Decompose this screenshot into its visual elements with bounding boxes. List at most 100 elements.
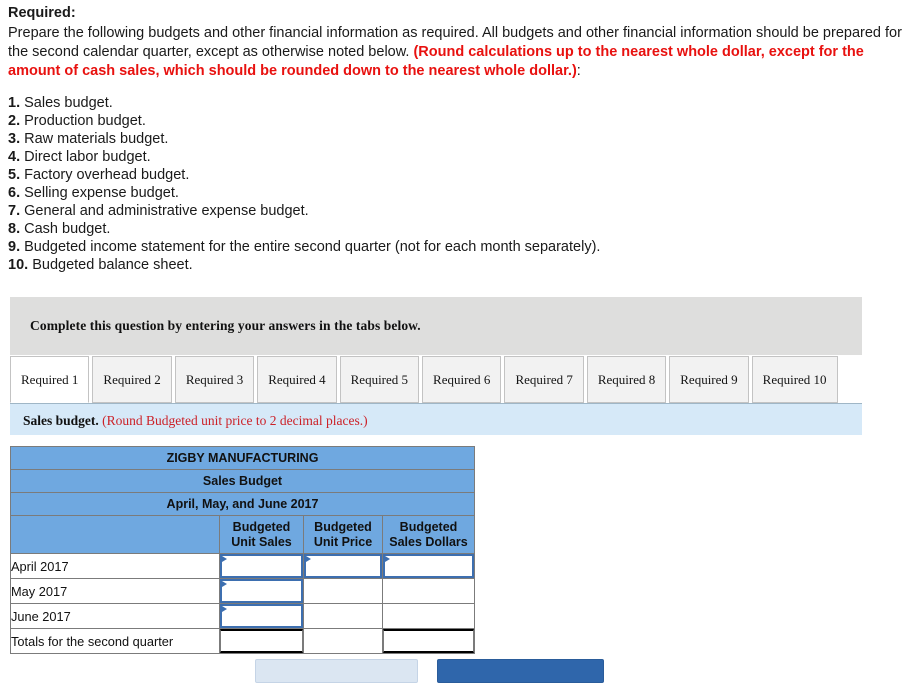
next-required-button[interactable]: [437, 659, 604, 683]
cell-marker-icon: [222, 556, 227, 562]
input-value: [220, 554, 303, 578]
sales-budget-table: ZIGBY MANUFACTURING Sales Budget April, …: [10, 446, 475, 654]
sub-instruction-title: Sales budget.: [23, 413, 99, 428]
list-item-number: 9.: [8, 238, 21, 255]
input-april-sales-dollars[interactable]: [382, 553, 475, 579]
column-header-line2: Unit Sales: [231, 534, 292, 549]
list-item-number: 1.: [8, 94, 21, 111]
requirement-section: Required: Prepare the following budgets …: [0, 0, 916, 82]
list-item-label: Budgeted income statement for the entire…: [24, 238, 601, 255]
list-item-number: 7.: [8, 202, 21, 219]
cell-marker-icon: [385, 556, 390, 562]
input-value: [304, 579, 382, 603]
list-item-number: 5.: [8, 166, 21, 183]
tab-required-7[interactable]: Required 7: [504, 356, 584, 403]
column-header-line1: Budgeted: [314, 519, 372, 534]
input-may-unit-sales[interactable]: [219, 578, 304, 604]
input-value: [304, 554, 382, 578]
tab-required-5[interactable]: Required 5: [339, 356, 420, 403]
sub-instruction-bar: Sales budget. (Round Budgeted unit price…: [10, 403, 862, 435]
tab-required-9[interactable]: Required 9: [669, 356, 749, 403]
input-value: [304, 604, 382, 628]
input-value: [304, 629, 382, 653]
column-header-budgeted-unit-sales: Budgeted Unit Sales: [219, 515, 304, 554]
tab-required-6[interactable]: Required 6: [422, 356, 502, 403]
input-june-unit-sales[interactable]: [219, 603, 304, 629]
list-item-label: Production budget.: [24, 112, 146, 129]
list-item-number: 6.: [8, 184, 21, 201]
input-totals-unit-price[interactable]: [303, 628, 383, 654]
table-row: May 2017: [10, 578, 475, 604]
input-value: [383, 579, 474, 603]
period-cell: April, May, and June 2017: [10, 492, 475, 516]
list-item: 6. Selling expense budget.: [8, 184, 908, 202]
list-item-number: 4.: [8, 148, 21, 165]
tab-required-2[interactable]: Required 2: [92, 356, 172, 403]
tab-required-4[interactable]: Required 4: [257, 356, 337, 403]
column-header-line1: Budgeted: [399, 519, 458, 534]
cell-marker-icon: [306, 556, 311, 562]
requirement-paragraph: Prepare the following budgets and other …: [8, 24, 908, 81]
table-statement-row: Sales Budget: [10, 469, 475, 493]
tab-label: Required 6: [433, 371, 491, 387]
list-item-label: Sales budget.: [24, 94, 113, 111]
requirement-heading: Required:: [8, 5, 76, 21]
column-header-line2: Unit Price: [313, 534, 373, 549]
table-row: April 2017: [10, 553, 475, 579]
tab-label: Required 8: [597, 371, 656, 387]
cell-marker-icon: [222, 581, 227, 587]
input-june-unit-price[interactable]: [303, 603, 383, 629]
requirement-list: 1. Sales budget. 2. Production budget. 3…: [0, 94, 916, 274]
input-april-unit-sales[interactable]: [219, 553, 304, 579]
tab-label: Required 1: [21, 371, 79, 387]
list-item-number: 2.: [8, 112, 21, 129]
previous-required-button[interactable]: [255, 659, 418, 683]
table-column-header-row: Budgeted Unit Sales Budgeted Unit Price …: [10, 515, 475, 554]
row-label-april: April 2017: [10, 553, 220, 579]
input-april-unit-price[interactable]: [303, 553, 383, 579]
company-name-cell: ZIGBY MANUFACTURING: [10, 446, 475, 470]
list-item: 4. Direct labor budget.: [8, 148, 908, 166]
column-header-line1: Budgeted: [232, 519, 291, 534]
list-item-number: 8.: [8, 220, 21, 237]
column-header-blank: [10, 515, 220, 554]
tab-label: Required 9: [680, 371, 738, 387]
tab-required-10[interactable]: Required 10: [751, 356, 838, 403]
input-value: [220, 604, 303, 628]
table-period-row: April, May, and June 2017: [10, 492, 475, 516]
column-header-budgeted-sales-dollars: Budgeted Sales Dollars: [382, 515, 475, 554]
list-item: 3. Raw materials budget.: [8, 130, 908, 148]
tab-label: Required 5: [350, 371, 409, 387]
tab-label: Required 7: [515, 371, 573, 387]
tab-required-1[interactable]: Required 1: [10, 356, 90, 403]
tab-required-8[interactable]: Required 8: [586, 356, 667, 403]
input-totals-unit-sales[interactable]: [219, 628, 304, 654]
table-totals-row: Totals for the second quarter: [10, 628, 475, 654]
list-item-label: Selling expense budget.: [24, 184, 179, 201]
list-item: 1. Sales budget.: [8, 94, 908, 112]
instruction-panel-text: Complete this question by entering your …: [30, 318, 421, 333]
input-value: [220, 579, 303, 603]
tab-label: Required 3: [185, 371, 244, 387]
statement-name-cell: Sales Budget: [10, 469, 475, 493]
input-may-unit-price[interactable]: [303, 578, 383, 604]
row-label-totals: Totals for the second quarter: [10, 628, 220, 654]
input-may-sales-dollars[interactable]: [382, 578, 475, 604]
list-item-label: Budgeted balance sheet.: [32, 256, 193, 273]
tab-label: Required 4: [268, 371, 326, 387]
cell-marker-icon: [222, 606, 227, 612]
table-title-row: ZIGBY MANUFACTURING: [10, 446, 475, 470]
row-label-may: May 2017: [10, 578, 220, 604]
list-item-label: Raw materials budget.: [24, 130, 169, 147]
list-item-label: Direct labor budget.: [24, 148, 151, 165]
list-item-label: General and administrative expense budge…: [24, 202, 309, 219]
tab-required-3[interactable]: Required 3: [174, 356, 255, 403]
requirement-paragraph-tail: :: [576, 63, 581, 80]
list-item: 8. Cash budget.: [8, 220, 908, 238]
row-label-june: June 2017: [10, 603, 220, 629]
tab-label: Required 10: [762, 371, 827, 387]
input-june-sales-dollars[interactable]: [382, 603, 475, 629]
input-value: [383, 604, 474, 628]
input-totals-sales-dollars[interactable]: [382, 628, 475, 654]
list-item-number: 10.: [8, 256, 29, 273]
